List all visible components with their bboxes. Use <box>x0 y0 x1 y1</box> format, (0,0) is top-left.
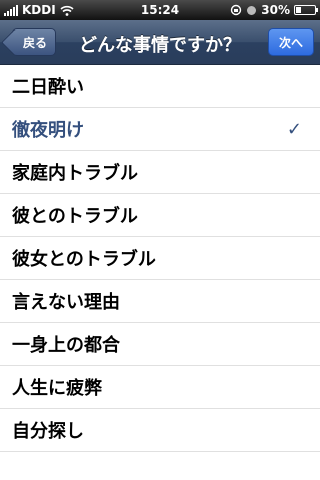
list-item-label: 彼女とのトラブル <box>12 249 156 270</box>
list-item-label: 言えない理由 <box>12 292 120 313</box>
list-item-label: 徹夜明け <box>12 120 84 141</box>
alarm-icon <box>247 5 257 15</box>
list-item-label: 一身上の都合 <box>12 335 120 356</box>
list-item[interactable]: 彼とのトラブル <box>0 194 320 237</box>
list-item[interactable]: 家庭内トラブル <box>0 151 320 194</box>
status-right: 30% <box>230 3 318 17</box>
navigation-bar: 戻る どんな事情ですか？ 次へ <box>0 20 320 65</box>
list-item[interactable]: 徹夜明け ✓ <box>0 108 320 151</box>
list-item[interactable]: 人生に疲弊 <box>0 366 320 409</box>
list-item[interactable]: 自分探し <box>0 409 320 452</box>
battery-percent: 30% <box>261 3 290 17</box>
rotation-lock-icon <box>231 4 242 16</box>
list-item-label: 二日酔い <box>12 77 84 98</box>
list-item-label: 彼とのトラブル <box>12 206 138 227</box>
battery-fill <box>296 7 302 13</box>
list-item[interactable]: 彼女とのトラブル <box>0 237 320 280</box>
reason-list: 二日酔い徹夜明け ✓ 家庭内トラブル 彼とのトラブル 彼女とのトラブル 言えない理由 一身上… <box>0 65 320 452</box>
back-button-label: 戻る <box>23 35 48 50</box>
list-item-label: 自分探し <box>12 421 84 442</box>
battery-icon <box>294 5 318 15</box>
status-bar: KDDI 15:24 30% <box>0 0 320 20</box>
list-item[interactable]: 一身上の都合 <box>0 323 320 366</box>
next-button[interactable]: 次へ <box>267 28 314 56</box>
page-title: どんな事情ですか？ <box>79 35 241 56</box>
checkmark-icon: ✓ <box>286 118 302 140</box>
list-item-label: 家庭内トラブル <box>12 163 138 184</box>
list-item[interactable]: 言えない理由 <box>0 280 320 323</box>
list-item[interactable]: 二日酔い <box>0 65 320 108</box>
list-item-label: 人生に疲弊 <box>12 378 102 399</box>
back-button[interactable]: 戻る <box>12 28 57 56</box>
